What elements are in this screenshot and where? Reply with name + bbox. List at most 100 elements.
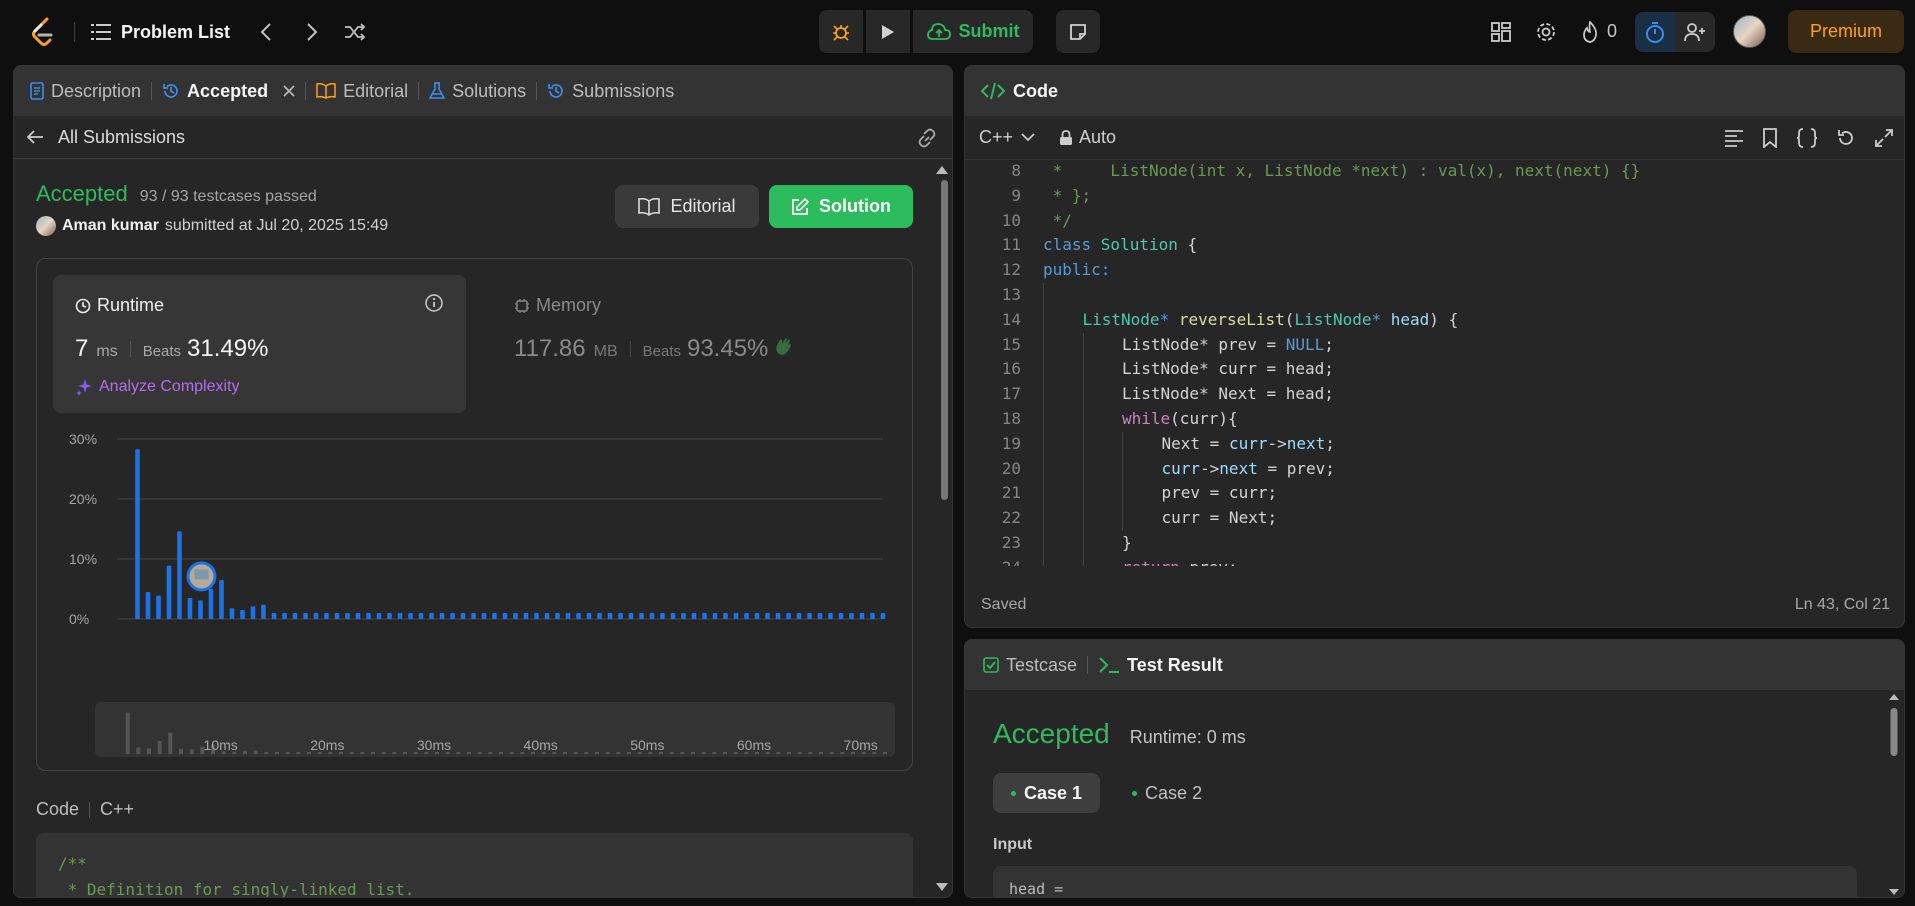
solution-button[interactable]: Solution [769, 185, 913, 228]
runtime-bar [649, 613, 655, 619]
code-token: (curr){ [1170, 409, 1238, 428]
bookmark-icon[interactable] [1762, 128, 1778, 148]
autocomplete-toggle[interactable]: Auto [1059, 127, 1116, 148]
tab-description[interactable]: Description [30, 81, 141, 102]
submitted-code[interactable]: /** * Definition for singly-linked list. [36, 833, 913, 897]
analyze-complexity-link[interactable]: Analyze Complexity [75, 378, 240, 396]
submit-button[interactable]: Submit [913, 10, 1033, 53]
y-tick-label: 0% [69, 611, 89, 624]
braces-icon[interactable] [1796, 128, 1818, 148]
runtime-card[interactable]: Runtime 7 ms Beats 31.49% Analyze Comple… [53, 275, 466, 413]
run-button[interactable] [866, 10, 910, 53]
language-select[interactable]: C++ [979, 127, 1035, 148]
chevron-left-icon[interactable] [260, 22, 272, 42]
scroll-down-arrow[interactable] [936, 883, 948, 891]
format-icon[interactable] [1724, 128, 1744, 148]
pass-dot [1132, 790, 1138, 796]
layout-icon[interactable] [1491, 21, 1511, 42]
code-token: ListNode* Next = head; [1122, 384, 1334, 404]
code-token: ( [1284, 309, 1295, 329]
info-icon[interactable] [424, 293, 444, 313]
tab-divider [418, 82, 420, 100]
code-token: * ListNode(int x, ListNode *next) : val(… [1043, 161, 1641, 180]
gear-icon[interactable] [1535, 21, 1557, 43]
add-friend-button[interactable] [1675, 12, 1715, 52]
editorial-button[interactable]: Editorial [615, 185, 759, 228]
overview-tick-label: 40ms [524, 737, 558, 753]
runtime-bar [733, 613, 739, 619]
scroll-up-arrow[interactable] [936, 166, 948, 174]
memory-title: Memory [514, 295, 601, 316]
line-number: 24 [965, 556, 1021, 566]
tab-divider [305, 82, 307, 100]
line-text: public: [1043, 258, 1110, 283]
problem-list-icon[interactable] [91, 23, 111, 41]
problem-list-link[interactable]: Problem List [121, 22, 230, 43]
overview-bar [819, 751, 823, 754]
case-2-tab[interactable]: Case 2 [1114, 773, 1220, 813]
streak-counter[interactable]: 0 [1581, 20, 1617, 43]
debug-button[interactable] [819, 10, 863, 53]
line-text: prev = curr; [1162, 481, 1278, 506]
code-editor[interactable]: 8 * ListNode(int x, ListNode *next) : va… [965, 161, 1904, 566]
notes-button[interactable] [1056, 10, 1100, 53]
tab-accepted[interactable]: Accepted [162, 81, 295, 102]
code-token: ListNode [1082, 309, 1160, 329]
runtime-bar [229, 608, 235, 619]
scrollbar-thumb[interactable] [941, 180, 948, 500]
all-submissions-link[interactable]: All Submissions [58, 127, 185, 148]
runtime-distribution-chart[interactable]: 30%20%10%0%10ms20ms30ms40ms50ms60ms70ms [37, 419, 914, 624]
code-line: /** [58, 854, 87, 873]
author-avatar[interactable] [36, 216, 56, 236]
tab-solutions[interactable]: Solutions [429, 81, 526, 102]
streak-count: 0 [1606, 21, 1617, 41]
tab-editorial[interactable]: Editorial [316, 81, 408, 102]
case-1-tab[interactable]: Case 1 [993, 773, 1101, 813]
shuffle-icon[interactable] [344, 23, 366, 41]
overview-bar [371, 751, 375, 754]
author-name[interactable]: Aman kumar [62, 217, 159, 235]
runtime-bar [282, 613, 287, 619]
chevron-right-icon[interactable] [306, 22, 318, 42]
terminal-icon [1098, 656, 1120, 674]
timer-button[interactable] [1635, 11, 1675, 52]
runtime-bar [607, 613, 613, 619]
code-token: ; [1324, 334, 1334, 354]
link-icon[interactable] [916, 128, 938, 148]
overview-bar [595, 751, 599, 754]
arrow-left-icon[interactable] [26, 129, 44, 145]
status-accepted: Accepted [36, 181, 128, 206]
editor-header: Code [965, 66, 1904, 116]
code-token: -> [1267, 433, 1287, 453]
overview-bar [168, 732, 173, 754]
expand-icon[interactable] [1874, 128, 1894, 148]
runtime-bar [376, 613, 382, 619]
reset-icon[interactable] [1836, 128, 1856, 148]
overview-bar [477, 751, 482, 754]
overview-bar [723, 751, 727, 754]
divider [74, 22, 75, 42]
premium-button[interactable]: Premium [1788, 10, 1904, 53]
user-avatar[interactable] [1733, 15, 1766, 48]
runtime-bar [334, 613, 340, 619]
indent-guide [1043, 283, 1044, 566]
memory-unit: MB [593, 343, 618, 360]
runtime-bar [828, 613, 833, 619]
result-scrollbar[interactable] [1888, 692, 1900, 897]
line-text: ListNode* Next = head; [1122, 382, 1334, 407]
clap-icon [774, 336, 794, 356]
close-icon[interactable] [283, 85, 295, 97]
history-icon [162, 82, 180, 100]
submit-label: Submit [958, 21, 1020, 41]
tab-submissions[interactable]: Submissions [547, 81, 674, 102]
tab-testcase[interactable]: Testcase [983, 655, 1077, 676]
result-status: Accepted Runtime: 0 ms [993, 718, 1246, 750]
leetcode-logo-icon[interactable] [28, 17, 58, 47]
chart-range-slider[interactable]: 10ms 20ms 30ms 40ms 50ms 60ms 70ms [95, 702, 895, 757]
tab-test-result[interactable]: Test Result [1098, 655, 1223, 676]
tab-solutions-label: Solutions [452, 80, 527, 101]
overview-tick-label: 20ms [310, 737, 344, 753]
code-token: Solution [1100, 235, 1178, 255]
memory-card[interactable]: Memory 117.86 MB Beats 93.45% [489, 275, 889, 413]
line-text: ListNode* prev = NULL; [1122, 333, 1334, 358]
